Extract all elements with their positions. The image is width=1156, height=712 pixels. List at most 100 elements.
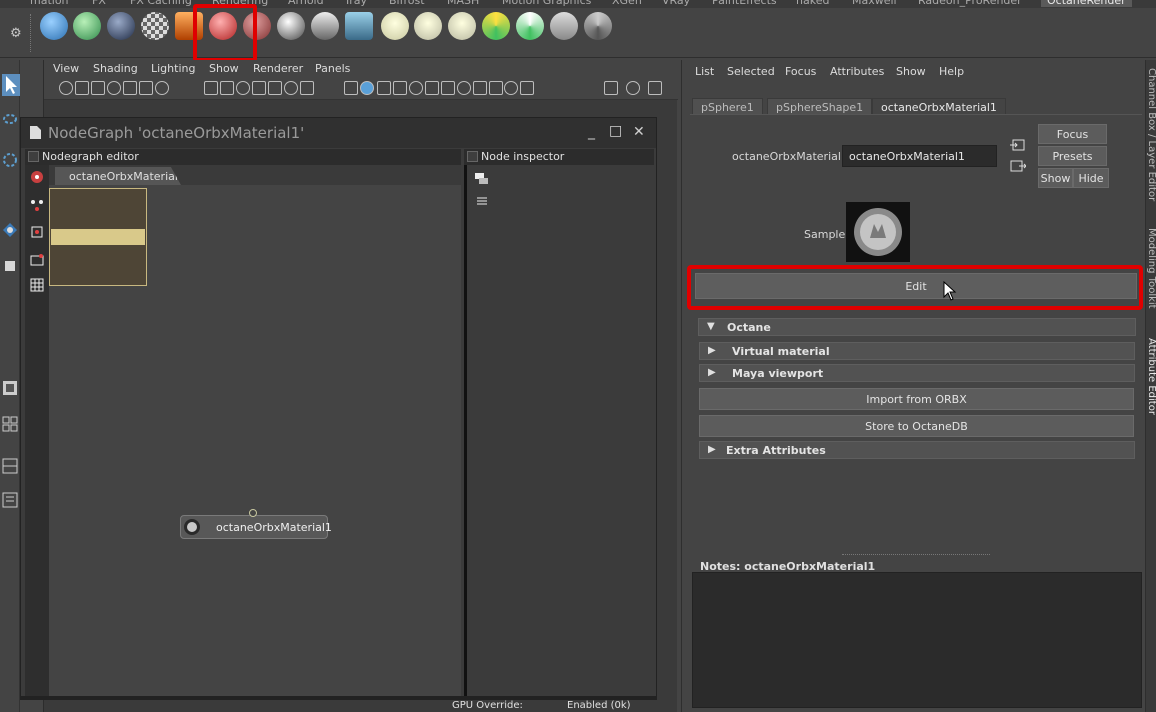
node-tool-3-icon[interactable] — [30, 225, 44, 239]
attribute-editor-tab[interactable]: Attribute Editor — [1145, 338, 1156, 415]
dof-icon[interactable] — [489, 81, 503, 95]
section-maya-viewport[interactable]: ▶ Maya viewport — [699, 364, 1135, 382]
ae-menu-help[interactable]: Help — [939, 65, 964, 78]
shelf-tab-maxwell[interactable]: Maxwell — [852, 0, 897, 7]
octane-orbx-icon[interactable] — [209, 12, 237, 40]
node-tool-4-icon[interactable] — [30, 253, 44, 267]
resolution-gate-icon[interactable] — [236, 81, 250, 95]
focus-button[interactable]: Focus — [1038, 124, 1107, 144]
presets-button[interactable]: Presets — [1038, 146, 1107, 166]
motion-blur-icon[interactable] — [457, 81, 471, 95]
octane-dark-icon[interactable] — [107, 12, 135, 40]
node-tool-2-icon[interactable] — [30, 198, 44, 212]
shelf-tab-iray[interactable]: Iray — [346, 0, 367, 7]
nodegraph-tab[interactable]: octaneOrbxMaterial1 — [55, 167, 181, 185]
sample-swatch[interactable] — [846, 202, 910, 262]
textured-icon[interactable] — [393, 81, 407, 95]
shelf-tab-xgen[interactable]: XGen — [612, 0, 642, 7]
shadows-icon[interactable] — [425, 81, 439, 95]
section-extra-attributes[interactable]: ▶ Extra Attributes — [699, 441, 1135, 459]
grid-snap-icon[interactable] — [123, 81, 137, 95]
octane-shader-icon[interactable] — [243, 12, 271, 40]
octane-bw-icon[interactable] — [277, 12, 305, 40]
grid-icon[interactable] — [30, 278, 44, 292]
ae-menu-selected[interactable]: Selected — [727, 65, 775, 78]
bulb-tp-icon[interactable] — [414, 12, 442, 40]
safe-title-icon[interactable] — [300, 81, 314, 95]
ao-icon[interactable] — [441, 81, 455, 95]
aa-icon[interactable] — [473, 81, 487, 95]
resize-icon[interactable] — [648, 81, 662, 95]
modeling-toolkit-tab[interactable]: Modeling Toolkit — [1145, 228, 1156, 309]
lasso-icon[interactable] — [2, 112, 18, 128]
section-octane[interactable]: ▼ Octane — [698, 318, 1136, 336]
shelf-tab-arnold[interactable]: Arnold — [288, 0, 324, 7]
grid-icon[interactable] — [204, 81, 218, 95]
ae-menu-show[interactable]: Show — [896, 65, 926, 78]
bookmark-icon[interactable] — [91, 81, 105, 95]
gear-icon[interactable]: ⚙ — [10, 26, 22, 41]
tab-psphereshape1[interactable]: pSphereShape1 — [767, 98, 873, 115]
octane-light-icon[interactable] — [482, 12, 510, 40]
octane-light2-icon[interactable] — [516, 12, 544, 40]
viewport-menu-show[interactable]: Show — [209, 62, 239, 75]
inspector-list-icon[interactable] — [475, 195, 489, 207]
shelf-tab-motion-graphics[interactable]: Motion Graphics — [502, 0, 591, 7]
nodegraph-titlebar[interactable]: NodeGraph 'octaneOrbxMaterial1' _ □ ✕ — [21, 118, 656, 148]
octane-checker-icon[interactable] — [141, 12, 169, 40]
octane-camera-icon[interactable] — [311, 12, 339, 40]
shelf-tab-fx[interactable]: FX — [92, 0, 106, 7]
inspector-stack-icon[interactable] — [475, 173, 489, 185]
smooth-shade-icon[interactable] — [360, 81, 374, 95]
shelf-tab-radeon-prorender[interactable]: Radeon_ProRender — [918, 0, 1022, 7]
shelf-tab-mation[interactable]: mation — [30, 0, 69, 7]
layout-split-icon[interactable] — [2, 458, 18, 474]
node-tool-1-icon[interactable] — [30, 170, 44, 184]
field-chart-icon[interactable] — [268, 81, 282, 95]
nodegraph-canvas[interactable]: octaneOrbxMaterial1 octaneOrbxMaterial1 — [49, 165, 461, 696]
ae-menu-list[interactable]: List — [695, 65, 714, 78]
hide-button[interactable]: Hide — [1073, 168, 1109, 188]
orbx-material-node[interactable]: octaneOrbxMaterial1 — [180, 509, 332, 539]
scale-icon[interactable] — [2, 258, 18, 274]
xray-components-icon[interactable] — [626, 81, 640, 95]
notes-textarea[interactable] — [692, 572, 1142, 708]
wireframe-icon[interactable] — [344, 81, 358, 95]
gate-mask-icon[interactable] — [252, 81, 266, 95]
shelf-tab-octanerender[interactable]: OctaneRender — [1041, 0, 1132, 7]
node-input-pin[interactable] — [249, 509, 257, 517]
shelf-tab-vray[interactable]: VRay — [662, 0, 690, 7]
viewport-menu-lighting[interactable]: Lighting — [151, 62, 195, 75]
octane-sphere-icon[interactable] — [40, 12, 68, 40]
octane-network-icon[interactable] — [550, 12, 578, 40]
layout-grid-icon[interactable] — [2, 416, 18, 432]
tab-psphere1[interactable]: pSphere1 — [692, 98, 763, 115]
input-connection-icon[interactable] — [1010, 138, 1026, 152]
octane-mix-icon[interactable] — [73, 12, 101, 40]
isolate-icon[interactable] — [504, 81, 518, 95]
shelf-tab-mash[interactable]: MASH — [447, 0, 479, 7]
camera-attrs-icon[interactable] — [75, 81, 89, 95]
xray-icon[interactable] — [520, 81, 534, 95]
select-arrow-icon[interactable] — [2, 74, 20, 96]
edit-button[interactable]: Edit — [695, 273, 1137, 299]
minimize-button[interactable]: _ — [588, 124, 595, 140]
bulb-icon[interactable] — [381, 12, 409, 40]
viewport-menu-renderer[interactable]: Renderer — [253, 62, 303, 75]
default-material-icon[interactable] — [377, 81, 391, 95]
section-virtual-material[interactable]: ▶ Virtual material — [699, 342, 1135, 360]
shelf-tab-rendering[interactable]: Rendering — [212, 0, 268, 7]
inspector-toggle-box[interactable] — [467, 151, 478, 162]
safe-action-icon[interactable] — [284, 81, 298, 95]
octane-orange-icon[interactable] — [175, 12, 203, 40]
shelf-tab-fx-caching[interactable]: FX Caching — [130, 0, 192, 7]
close-button[interactable]: ✕ — [633, 124, 645, 140]
layout-outliner-icon[interactable] — [2, 492, 18, 508]
material-name-field[interactable]: octaneOrbxMaterial1 — [842, 145, 997, 167]
editor-toggle-box[interactable] — [28, 151, 39, 162]
viewport-menu-shading[interactable]: Shading — [93, 62, 138, 75]
octane-layer-icon[interactable] — [345, 12, 373, 40]
ae-menu-focus[interactable]: Focus — [785, 65, 816, 78]
import-orbx-button[interactable]: Import from ORBX — [699, 388, 1134, 410]
use-lights-icon[interactable] — [409, 81, 423, 95]
